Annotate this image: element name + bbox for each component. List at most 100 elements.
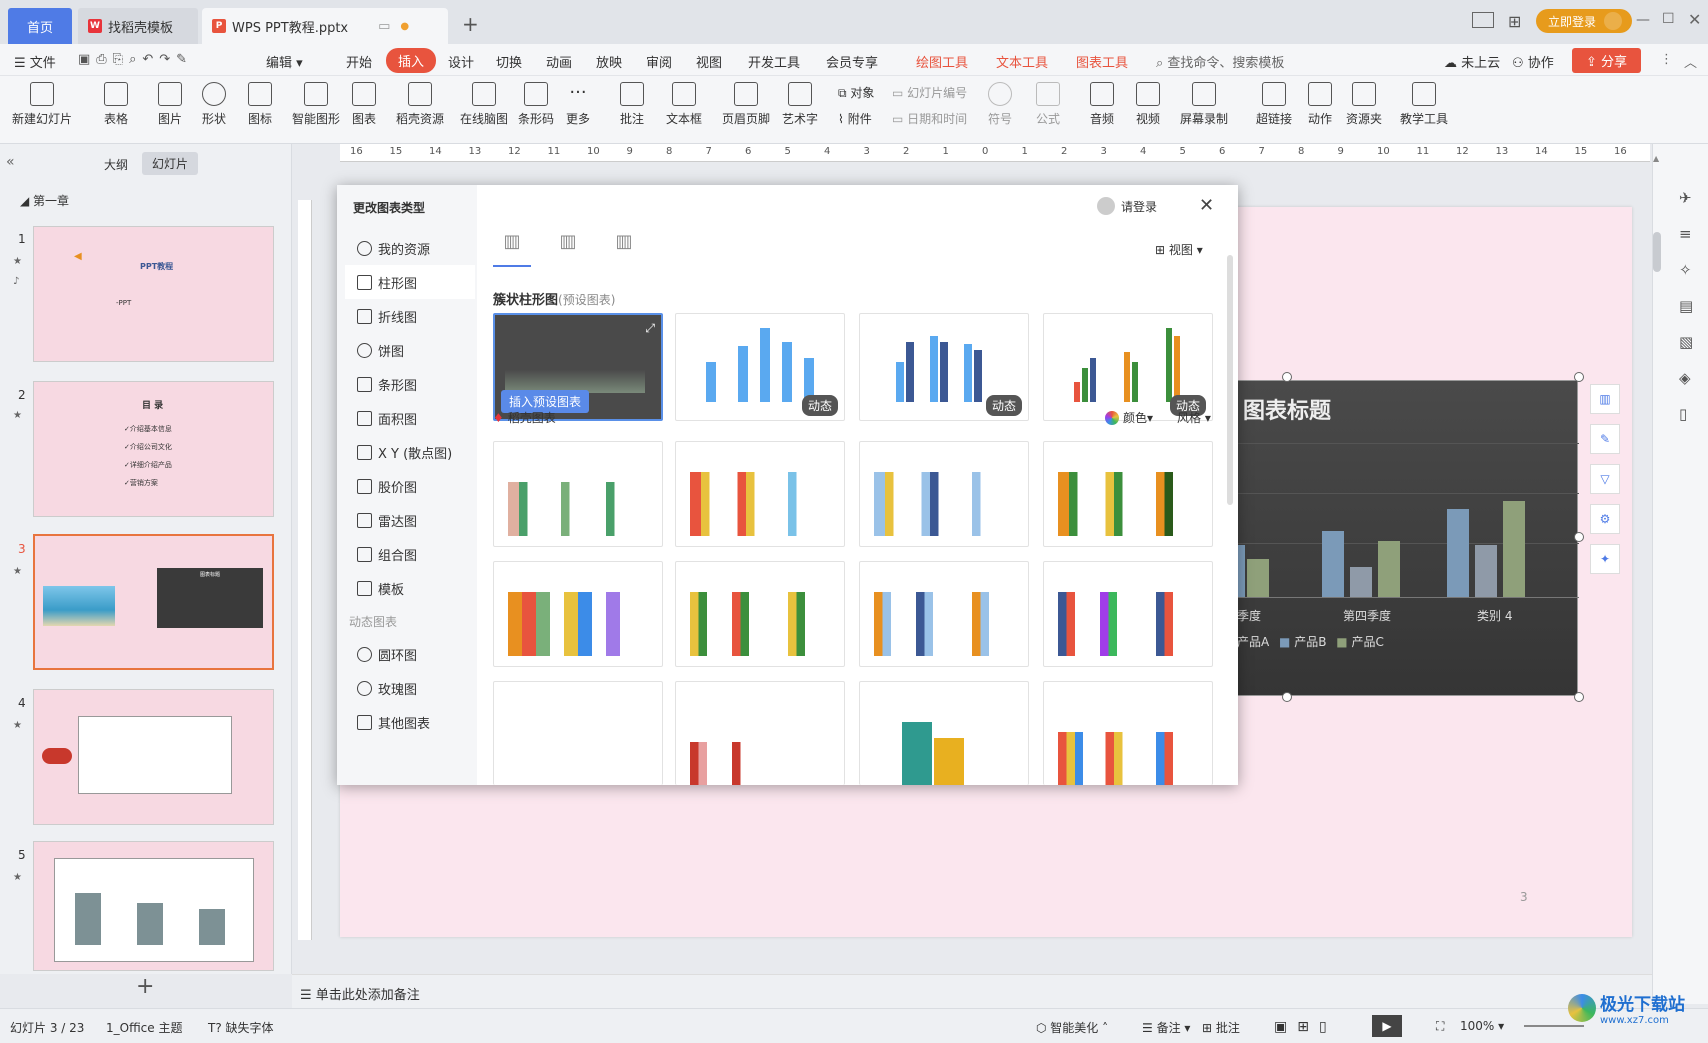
tab-active-document[interactable]: P WPS PPT教程.pptx ▭ ● [202,8,448,44]
preset-chart-card[interactable]: ⤢ 插入预设图表 [493,313,663,421]
file-menu[interactable]: ☰ 文件 [14,52,56,71]
new-slide-button[interactable]: 新建幻灯片 [12,82,72,127]
wordart-button[interactable]: 艺术字 [782,82,818,127]
edit-menu[interactable]: 编辑 ▾ [266,52,303,71]
tab-review[interactable]: 审阅 [646,52,672,71]
cloud-status[interactable]: ☁ 未上云 [1444,52,1500,71]
sidebar-item-template[interactable]: 模板 [357,579,404,598]
scroll-up-icon[interactable]: ▲ [1653,154,1659,164]
slide-chart[interactable]: 图表标题 季度 第四季度 类别 4 产品A ■ 产品B ■ 产品C [1236,380,1579,696]
template-card[interactable] [493,441,663,547]
subtype-percent[interactable]: ▥ [605,231,643,267]
sidebar-item-area[interactable]: 面积图 [357,409,417,428]
slide-thumbnail-1[interactable]: ◀ PPT教程 -PPT [33,226,274,362]
beautify-button[interactable]: ⬡ 智能美化 ˄ [1036,1019,1108,1036]
new-tab-button[interactable]: + [462,12,479,36]
close-icon[interactable]: ✕ [1688,10,1701,29]
slide-thumbnail-5[interactable] [33,841,274,971]
sidebar-item-pie[interactable]: 饼图 [357,341,404,360]
picture-button[interactable]: 图片 [158,82,182,127]
share-button[interactable]: ⇪ 分享 [1572,48,1642,73]
sidebar-item-scatter[interactable]: X Y (散点图) [357,443,452,462]
section-header[interactable]: ◢ 第一章 [20,192,69,209]
template-card[interactable] [859,441,1029,547]
icon-button[interactable]: 图标 [248,82,272,127]
more-icon[interactable]: ⋮ [1660,52,1673,67]
search-box[interactable]: ⌕ 查找命令、搜索模板 [1156,52,1284,71]
header-footer-button[interactable]: 页眉页脚 [722,82,770,127]
mindmap-button[interactable]: 在线脑图 [460,82,508,127]
resize-handle[interactable] [1574,692,1584,702]
notes-toggle[interactable]: ☰ 备注 ▾ [1142,1019,1190,1036]
notes-bar[interactable]: ☰ 单击此处添加备注 [292,974,1652,1008]
sidebar-item-my-resources[interactable]: 我的资源 [357,239,430,258]
view-toggle[interactable]: ⊞ 视图 ▾ [1155,241,1203,258]
resource-folder-button[interactable]: 资源夹 [1346,82,1382,127]
style-dropdown[interactable]: 风格 ▾ [1177,409,1211,426]
docer-resource-button[interactable]: 稻壳资源 [396,82,444,127]
chart-elements-icon[interactable]: ▥ [1590,384,1620,414]
tab-design[interactable]: 设计 [448,52,474,71]
formula-button[interactable]: 公式 [1036,82,1060,127]
tab-start[interactable]: 开始 [346,52,372,71]
login-button[interactable]: 立即登录 [1536,9,1632,33]
template-card[interactable] [493,561,663,667]
tab-home[interactable]: 首页 [8,8,72,44]
sidebar-item-combo[interactable]: 组合图 [357,545,417,564]
subtype-clustered[interactable]: ▥ [493,231,531,267]
subtype-stacked[interactable]: ▥ [549,231,587,267]
fit-window-icon[interactable]: ⛶ [1436,1019,1444,1034]
chart-settings-icon[interactable]: ⚙ [1590,504,1620,534]
sidebar-item-line[interactable]: 折线图 [357,307,417,326]
comment-button[interactable]: 批注 [620,82,644,127]
book-icon[interactable]: ▯ [1679,396,1693,432]
tab-view[interactable]: 视图 [696,52,722,71]
sidebar-item-stock[interactable]: 股价图 [357,477,417,496]
animation-icon[interactable]: ▤ [1679,288,1693,324]
rocket-icon[interactable]: ✈ [1679,180,1693,216]
dialog-scrollbar[interactable] [1227,255,1233,505]
collab-button[interactable]: ⚇ 协作 [1512,52,1554,71]
resize-handle[interactable] [1574,532,1584,542]
chart-style-icon[interactable]: ✎ [1590,424,1620,454]
dynamic-chart-card[interactable]: 动态 [859,313,1029,421]
resize-handle[interactable] [1574,372,1584,382]
tab-insert[interactable]: 插入 [386,48,437,73]
chart-button[interactable]: 图表 [352,82,376,127]
tab-slides[interactable]: 幻灯片 [142,152,199,175]
dialog-close-icon[interactable]: ✕ [1199,195,1214,216]
dialog-login[interactable]: 请登录 [1097,197,1157,215]
hyperlink-button[interactable]: 超链接 [1256,82,1292,127]
textbox-button[interactable]: 文本框 [666,82,702,127]
template-card[interactable] [859,681,1029,785]
apps-grid-icon[interactable]: ⊞ [1508,12,1521,31]
missing-font[interactable]: T? 缺失字体 [208,1019,274,1036]
tab-text-tools[interactable]: 文本工具 [996,52,1048,71]
sidebar-item-doughnut[interactable]: 圆环图 [357,645,417,664]
layout-icon[interactable] [1472,12,1494,28]
template-card[interactable] [1043,681,1213,785]
template-card[interactable] [675,441,845,547]
template-card[interactable] [675,561,845,667]
dynamic-chart-card[interactable]: 动态 [675,313,845,421]
pin-icon[interactable]: ✧ [1679,252,1693,288]
resize-handle[interactable] [1282,692,1292,702]
symbol-button[interactable]: 符号 [988,82,1012,127]
slide-number-button[interactable]: ▭ 幻灯片编号 [892,84,967,101]
object-button[interactable]: ⧉ 对象 [838,84,874,101]
resize-handle[interactable] [1282,372,1292,382]
dynamic-chart-card[interactable]: 动态 [1043,313,1213,421]
sidebar-item-radar[interactable]: 雷达图 [357,511,417,530]
vertical-scrollbar[interactable] [1653,232,1661,272]
shape-button[interactable]: 形状 [202,82,226,127]
add-slide-button[interactable]: + [136,974,154,999]
collapse-pane-icon[interactable]: « [6,154,15,170]
sidebar-item-other[interactable]: 其他图表 [357,713,430,732]
slide-thumbnail-3[interactable]: 图表标题 [33,534,274,670]
tab-member[interactable]: 会员专享 [826,52,878,71]
collapse-ribbon-icon[interactable]: ︿ [1684,52,1697,71]
window-icon[interactable]: ▭ [378,19,390,34]
datetime-button[interactable]: ▭ 日期和时间 [892,110,967,127]
color-dropdown[interactable]: 颜色 ▾ [1105,409,1153,426]
image-tool-icon[interactable]: ▧ [1679,324,1693,360]
